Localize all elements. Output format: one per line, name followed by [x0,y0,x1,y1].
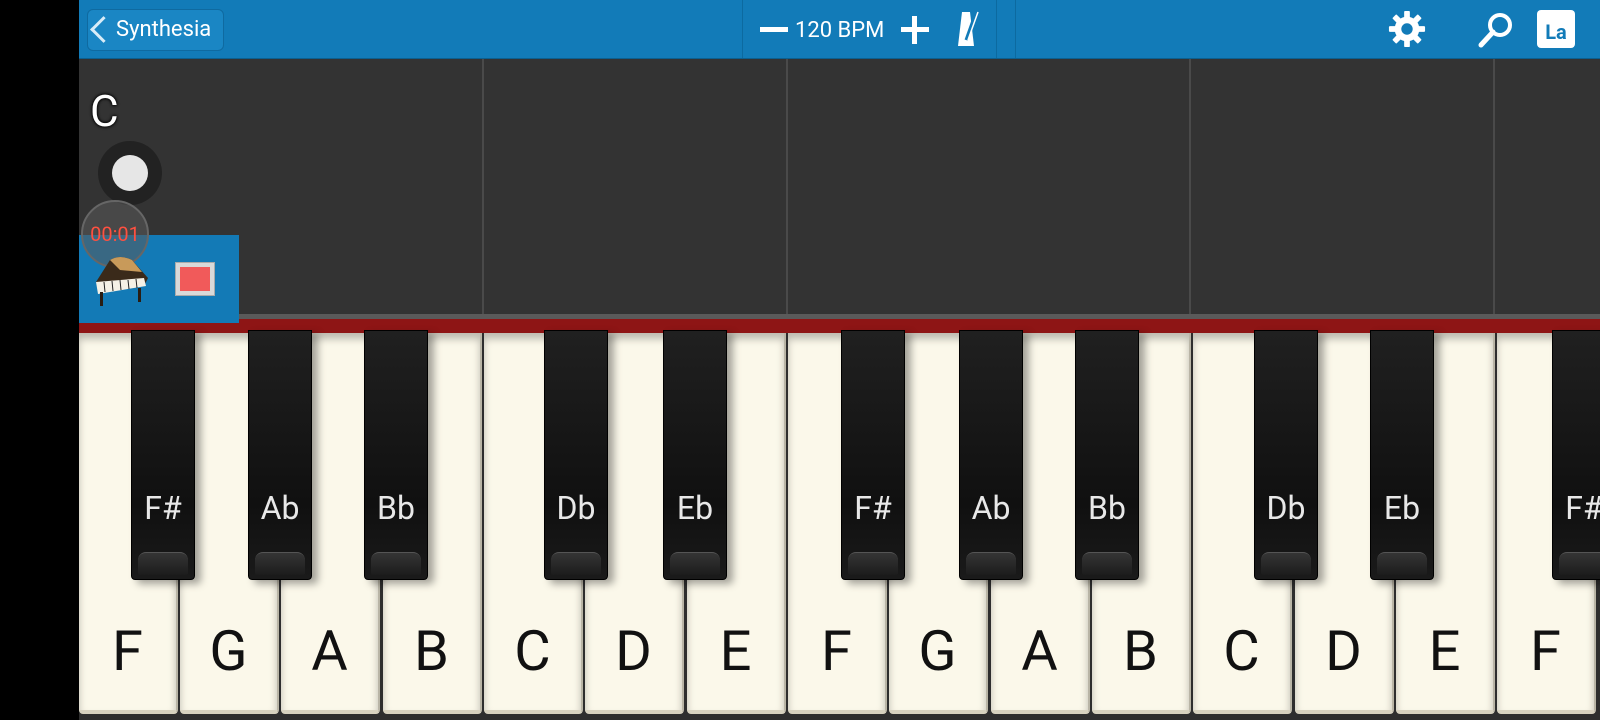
black-key-foot [1082,552,1132,575]
octave-divider [1493,59,1495,314]
search-magnifier-icon[interactable] [1476,10,1516,50]
note-label-text: La [1545,20,1567,44]
black-key-foot [670,552,720,575]
record-icon [112,155,148,191]
black-key-label: Bb [377,489,415,527]
octave-divider [482,59,484,314]
synthesia-app: Synthesia 120 BPM La C 00:01 F G A B C D… [79,0,1600,720]
back-chevron-icon [90,16,117,43]
black-key[interactable]: Ab [959,330,1023,580]
white-key-label: C [1223,618,1260,684]
white-key-label: F [112,618,143,684]
black-key-foot [138,552,188,575]
black-key[interactable]: Bb [1075,330,1139,580]
black-key-label: F# [854,489,892,527]
black-key[interactable]: Eb [663,330,727,580]
back-button-label: Synthesia [116,17,212,42]
white-key-label: D [615,618,652,684]
black-key[interactable]: Bb [364,330,428,580]
octave-divider [1189,59,1191,314]
black-key-foot [966,552,1016,575]
black-key-label: Db [1266,489,1306,527]
black-key[interactable]: F# [841,330,905,580]
black-key-label: Eb [1383,489,1421,527]
piano-icon[interactable] [90,252,152,308]
black-key-foot [848,552,898,575]
white-key-label: F [1530,618,1561,684]
black-key-foot [1559,552,1600,575]
black-key[interactable]: Db [1254,330,1318,580]
white-key-label: C [514,618,551,684]
black-key-foot [371,552,421,575]
black-key-label: Db [556,489,596,527]
back-button[interactable]: Synthesia [87,9,225,51]
piano-keyboard: F G A B C D E F G A B C D E F F# Ab Bb D… [79,330,1600,720]
stop-icon [180,267,210,291]
octave-divider [786,59,788,314]
white-key-label: A [1021,618,1058,684]
note-roll-area [79,59,1600,314]
black-key-label: Ab [260,489,300,527]
black-key-label: Ab [971,489,1011,527]
white-key-label: B [1123,618,1158,684]
tempo-decrease-button[interactable] [760,18,788,40]
white-key-label: G [918,618,957,684]
black-key[interactable]: F# [1552,330,1600,580]
black-key[interactable]: Ab [248,330,312,580]
black-key-foot [1377,552,1427,575]
record-button[interactable] [98,141,162,205]
stop-button[interactable] [175,262,215,296]
note-label-button[interactable]: La [1537,10,1575,48]
metronome-icon [958,11,979,46]
settings-gear-icon[interactable] [1388,10,1426,48]
black-key-label: F# [1565,489,1600,527]
black-key-foot [551,552,601,575]
white-key-label: G [209,618,248,684]
white-key-label: A [311,618,348,684]
white-key-label: E [719,618,752,684]
tempo-value: 120 BPM [795,18,885,43]
current-key-label: C [90,85,119,137]
white-key-label: E [1428,618,1461,684]
black-key-foot [1261,552,1311,575]
top-toolbar: Synthesia 120 BPM La [79,0,1600,59]
black-key-label: F# [144,489,182,527]
black-key[interactable]: F# [131,330,195,580]
black-key-label: Eb [676,489,714,527]
white-key-label: D [1325,618,1362,684]
black-key-label: Bb [1088,489,1126,527]
white-key-label: F [821,618,852,684]
black-key[interactable]: Eb [1370,330,1434,580]
tempo-increase-button[interactable] [901,16,929,44]
white-key-label: B [414,618,449,684]
metronome-button[interactable] [936,0,997,58]
black-key-foot [255,552,305,575]
black-key[interactable]: Db [544,330,608,580]
